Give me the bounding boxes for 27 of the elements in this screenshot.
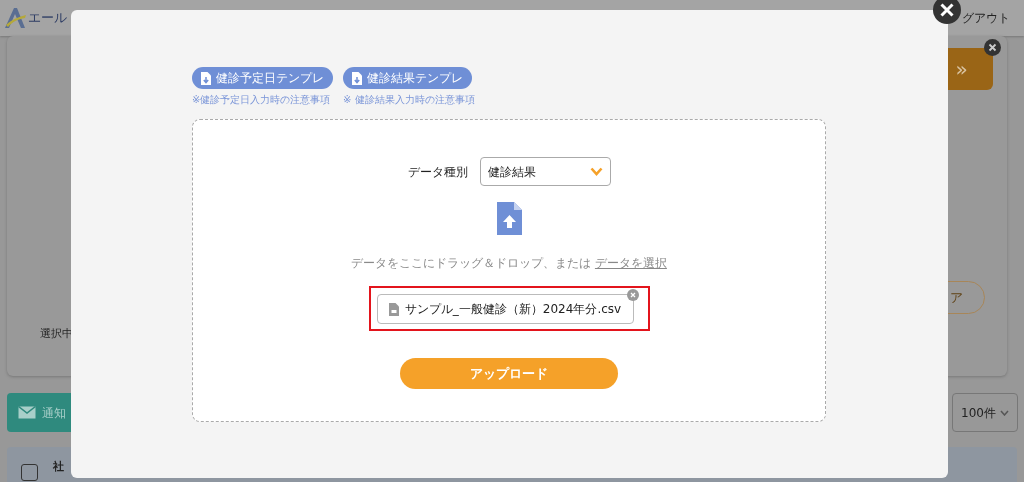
drop-hint: データをここにドラッグ＆ドロップ、または <box>351 256 592 270</box>
field-label: データ種別 <box>407 163 468 181</box>
file-download-icon <box>201 71 211 85</box>
logo-icon <box>3 7 27 29</box>
chevron-down-icon <box>999 409 1009 416</box>
remove-icon[interactable] <box>626 289 639 301</box>
upload-button[interactable]: アップロード <box>400 358 618 389</box>
close-icon[interactable] <box>984 39 1001 56</box>
close-icon[interactable] <box>933 0 961 24</box>
select-data-link[interactable]: データを選択 <box>594 256 667 270</box>
file-download-icon <box>352 71 362 85</box>
drop-zone[interactable]: データ種別 健診結果 データをここにドラッグ＆ドロップ、または データを選択 サンプル_一般健診（新）2024年分.csv アップロード <box>192 119 826 422</box>
logo-text: エール <box>28 9 67 28</box>
template-button[interactable]: 健診予定日テンプレ <box>192 67 333 89</box>
file-icon <box>388 302 399 316</box>
file-upload-icon <box>496 202 522 235</box>
chevron-down-icon <box>589 167 603 176</box>
column-header: 社 <box>53 459 64 475</box>
data-type-select[interactable]: 健診結果 <box>479 157 611 186</box>
row-checkbox[interactable] <box>21 464 38 481</box>
mail-icon <box>18 406 36 419</box>
template-button[interactable]: 健診結果テンプレ <box>343 67 472 89</box>
note-link[interactable]: ※ 健診結果入力時の注意事項 <box>343 92 475 107</box>
page-size-select[interactable]: 100件 <box>952 393 1018 432</box>
select-value: 健診結果 <box>487 163 536 181</box>
logout-link[interactable]: グアウト <box>962 9 1010 27</box>
note-link[interactable]: ※健診予定日入力時の注意事項 <box>192 92 333 107</box>
